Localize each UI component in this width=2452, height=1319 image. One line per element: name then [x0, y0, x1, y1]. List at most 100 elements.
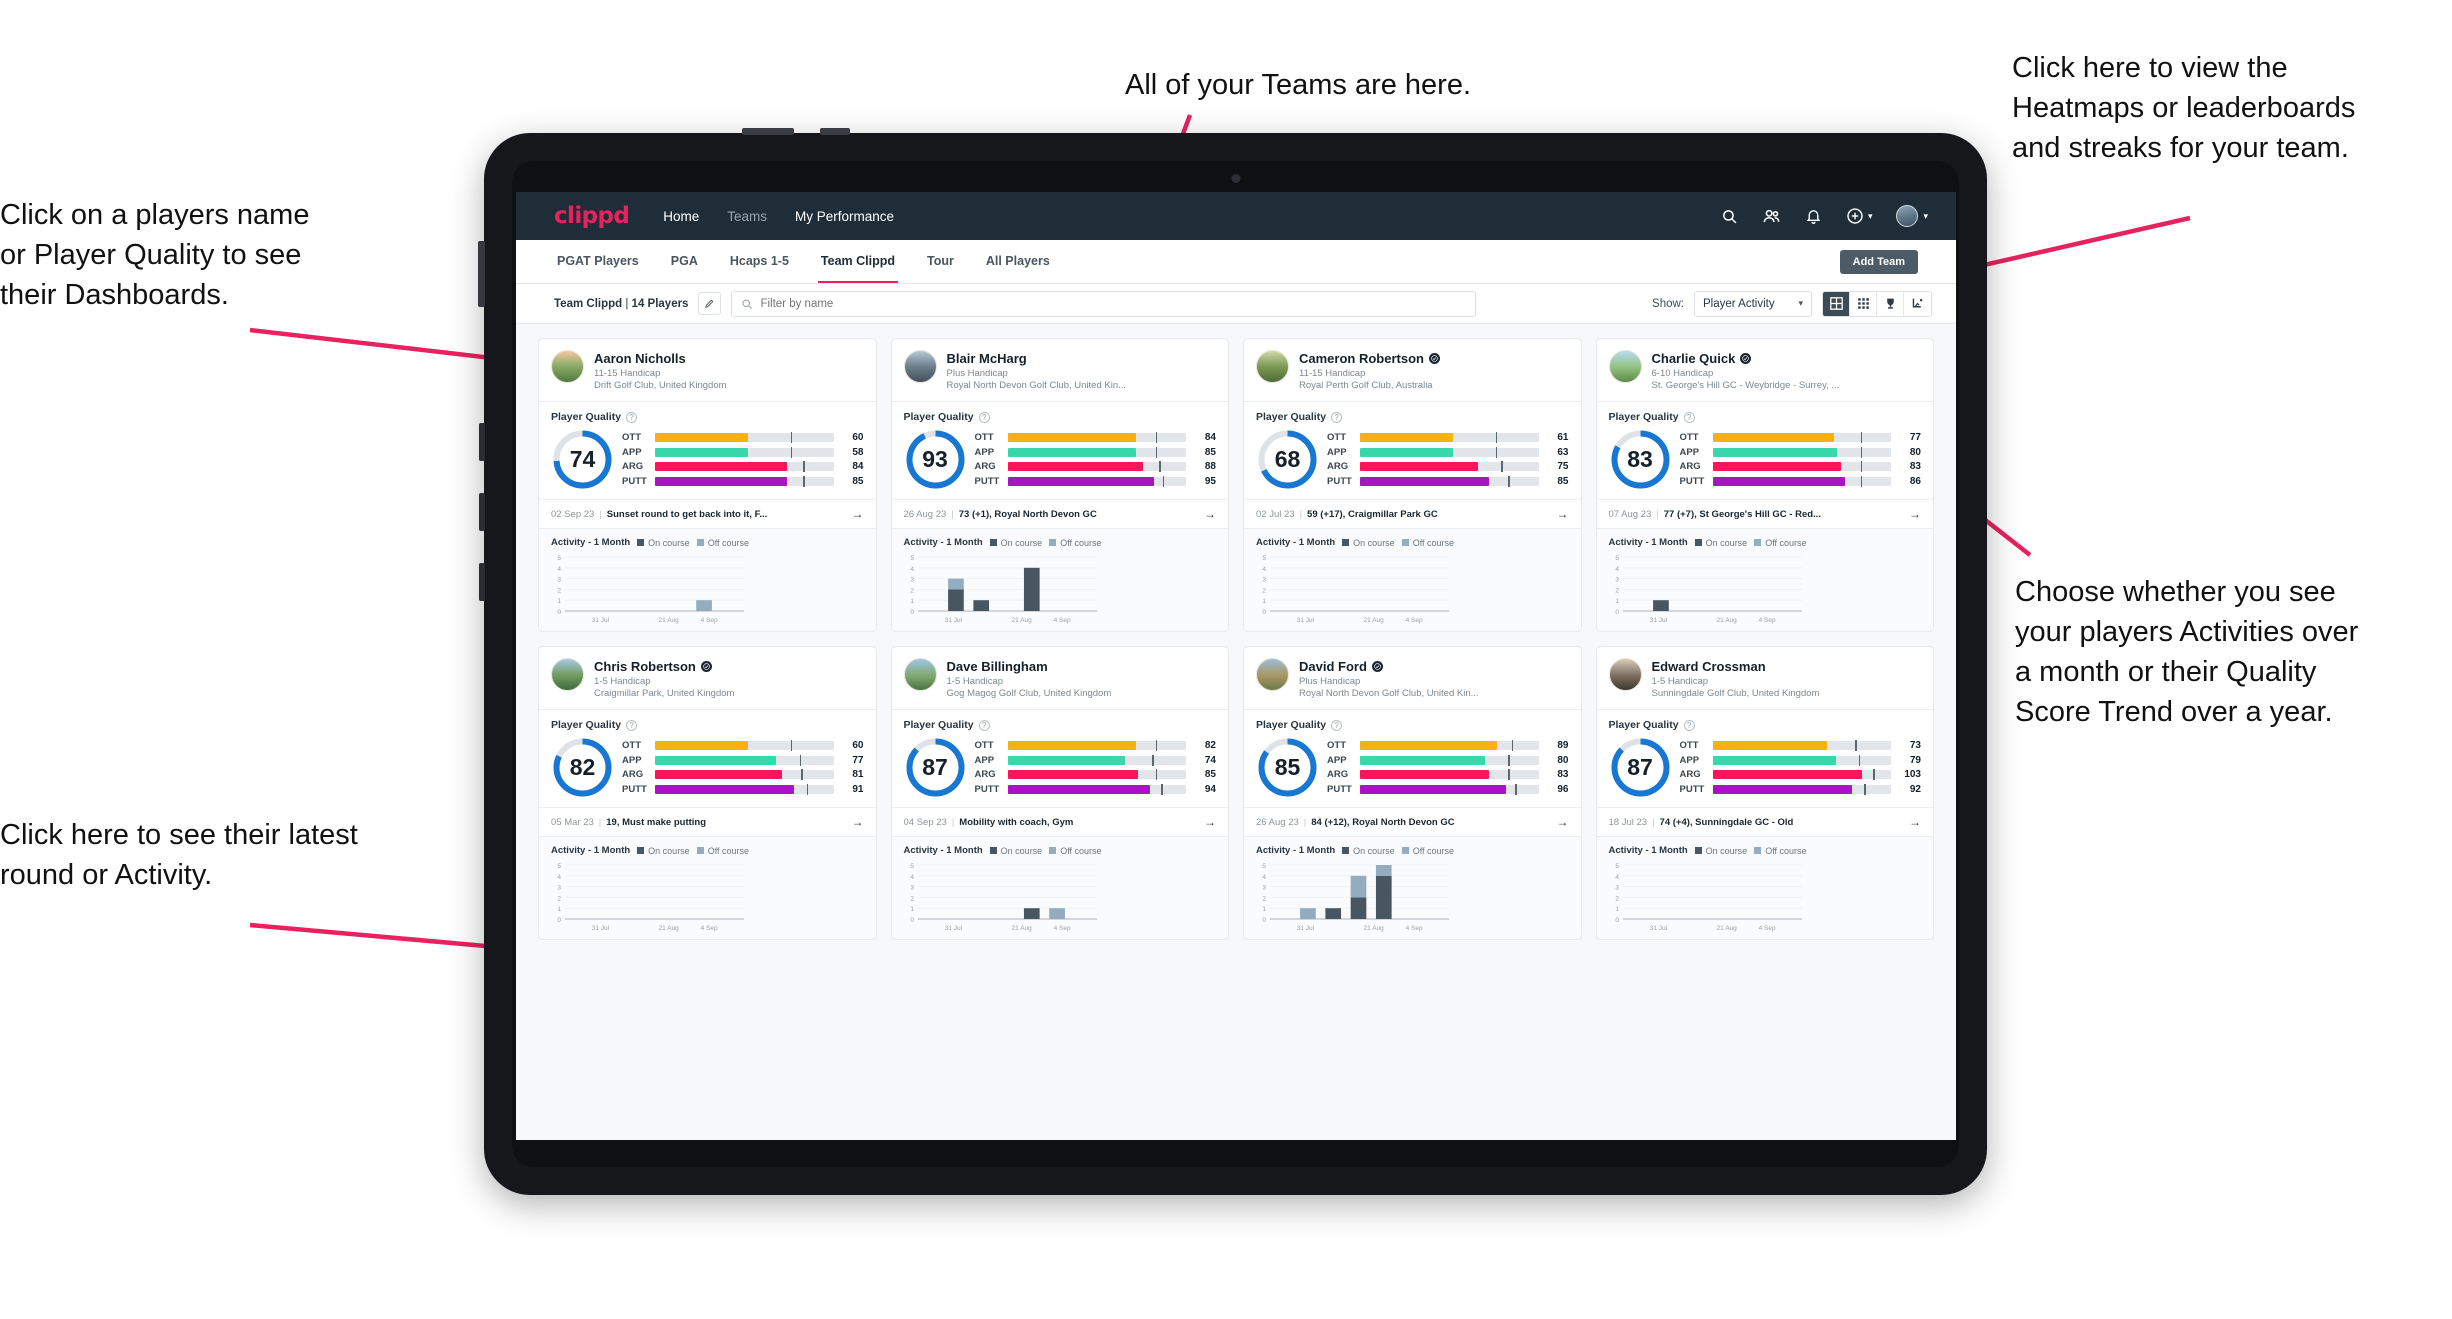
- help-icon[interactable]: ?: [1331, 411, 1343, 423]
- bell-icon[interactable]: [1805, 208, 1822, 225]
- tab-pga[interactable]: PGA: [668, 240, 701, 283]
- player-name[interactable]: Dave Billingham: [947, 659, 1048, 674]
- player-name[interactable]: Cameron Robertson: [1299, 351, 1424, 366]
- player-card-header[interactable]: Charlie Quick 6-10 Handicap St. George's…: [1597, 339, 1934, 401]
- player-card[interactable]: Cameron Robertson 11-15 Handicap Royal P…: [1243, 338, 1582, 632]
- view-grid-large-button[interactable]: [1823, 291, 1850, 316]
- metric-track: [1712, 446, 1891, 458]
- add-menu[interactable]: ▾: [1846, 207, 1872, 225]
- player-name[interactable]: Blair McHarg: [947, 351, 1027, 366]
- arrow-right-icon[interactable]: →: [1557, 507, 1569, 521]
- player-card[interactable]: Charlie Quick 6-10 Handicap St. George's…: [1595, 338, 1934, 632]
- search-input[interactable]: [760, 297, 1467, 310]
- player-card-header[interactable]: Edward Crossman 1-5 Handicap Sunningdale…: [1597, 647, 1934, 709]
- arrow-right-icon[interactable]: →: [1909, 815, 1921, 829]
- metric-fill: [1360, 741, 1498, 751]
- latest-round-row[interactable]: 02 Jul 23 | 59 (+17), Craigmillar Park G…: [1244, 499, 1581, 528]
- player-quality-section[interactable]: Player Quality ? 82 OTT 60 APP 77 ARG 81…: [539, 710, 876, 807]
- help-icon[interactable]: ?: [978, 719, 990, 731]
- quality-score: 68: [1274, 446, 1301, 472]
- player-card-header[interactable]: Cameron Robertson 11-15 Handicap Royal P…: [1244, 339, 1581, 401]
- nav-item-teams[interactable]: Teams: [727, 209, 767, 224]
- metric-list: OTT 61 APP 63 ARG 75 PUTT 85: [1327, 432, 1569, 487]
- player-name-row[interactable]: David Ford: [1299, 659, 1479, 674]
- activity-label: Activity - 1 Month: [1256, 537, 1336, 548]
- search-icon[interactable]: [1721, 208, 1738, 225]
- tab-pgat-players[interactable]: PGAT Players: [554, 240, 642, 283]
- player-card-header[interactable]: Blair McHarg Plus Handicap Royal North D…: [892, 339, 1229, 401]
- player-quality-section[interactable]: Player Quality ? 87 OTT: [892, 710, 1229, 807]
- player-name-row[interactable]: Dave Billingham: [947, 659, 1112, 674]
- player-name[interactable]: David Ford: [1299, 659, 1367, 674]
- tab-team-clippd[interactable]: Team Clippd: [817, 240, 899, 283]
- player-name-row[interactable]: Aaron Nicholls: [594, 351, 727, 366]
- player-name[interactable]: Charlie Quick: [1652, 351, 1736, 366]
- nav-item-home[interactable]: Home: [663, 209, 699, 224]
- legend-on-course: On course: [1342, 846, 1395, 856]
- player-card-header[interactable]: David Ford Plus Handicap Royal North Dev…: [1244, 647, 1581, 709]
- help-icon[interactable]: ?: [626, 719, 638, 731]
- arrow-right-icon[interactable]: →: [1204, 815, 1216, 829]
- help-icon[interactable]: ?: [1683, 719, 1695, 731]
- view-leaderboard-button[interactable]: [1877, 291, 1904, 316]
- latest-round-row[interactable]: 05 Mar 23 | 19, Must make putting →: [539, 807, 876, 836]
- view-grid-small-button[interactable]: [1850, 291, 1877, 316]
- player-card[interactable]: Edward Crossman 1-5 Handicap Sunningdale…: [1595, 646, 1934, 940]
- player-card[interactable]: Dave Billingham 1-5 Handicap Gog Magog G…: [890, 646, 1229, 940]
- player-quality-section[interactable]: Player Quality ? 93 OTT 84 APP 85 ARG 88…: [892, 402, 1229, 499]
- tab-all-players[interactable]: All Players: [983, 240, 1053, 283]
- view-streaks-button[interactable]: [1904, 291, 1931, 316]
- player-quality-section[interactable]: Player Quality ? 85 OTT 89 APP 80 ARG 83…: [1244, 710, 1581, 807]
- arrow-right-icon[interactable]: →: [1909, 507, 1921, 521]
- help-icon[interactable]: ?: [1331, 719, 1343, 731]
- arrow-right-icon[interactable]: →: [1557, 815, 1569, 829]
- player-card-header[interactable]: Dave Billingham 1-5 Handicap Gog Magog G…: [892, 647, 1229, 709]
- player-quality-section[interactable]: Player Quality ? 83 OTT 77 APP 80 ARG 83…: [1597, 402, 1934, 499]
- legend-swatch-on: [637, 847, 645, 854]
- player-card[interactable]: David Ford Plus Handicap Royal North Dev…: [1243, 646, 1582, 940]
- people-icon[interactable]: [1762, 207, 1781, 226]
- tab-tour[interactable]: Tour: [924, 240, 957, 283]
- nav-item-my-performance[interactable]: My Performance: [795, 209, 894, 224]
- edit-team-button[interactable]: [698, 292, 722, 315]
- latest-round-row[interactable]: 26 Aug 23 | 84 (+12), Royal North Devon …: [1244, 807, 1581, 836]
- player-club: Royal Perth Golf Club, Australia: [1299, 380, 1433, 391]
- player-name-row[interactable]: Chris Robertson: [594, 659, 734, 674]
- search-input-wrapper[interactable]: [731, 290, 1477, 317]
- arrow-right-icon[interactable]: →: [852, 507, 864, 521]
- player-name[interactable]: Aaron Nicholls: [594, 351, 686, 366]
- help-icon[interactable]: ?: [1683, 411, 1695, 423]
- svg-text:1: 1: [1615, 906, 1619, 913]
- add-team-button[interactable]: Add Team: [1839, 249, 1918, 274]
- player-name[interactable]: Edward Crossman: [1652, 659, 1766, 674]
- svg-text:31 Jul: 31 Jul: [1649, 617, 1667, 624]
- player-card[interactable]: Chris Robertson 1-5 Handicap Craigmillar…: [538, 646, 877, 940]
- latest-round-row[interactable]: 02 Sep 23 | Sunset round to get back int…: [539, 499, 876, 528]
- tab-hcaps-1-5[interactable]: Hcaps 1-5: [727, 240, 792, 283]
- player-quality-section[interactable]: Player Quality ? 68 OTT 61 APP 63 ARG 75…: [1244, 402, 1581, 499]
- player-name-row[interactable]: Blair McHarg: [947, 351, 1127, 366]
- player-card-header[interactable]: Chris Robertson 1-5 Handicap Craigmillar…: [539, 647, 876, 709]
- latest-round-row[interactable]: 04 Sep 23 | Mobility with coach, Gym →: [891, 807, 1228, 836]
- latest-round-row[interactable]: 07 Aug 23 | 77 (+7), St George's Hill GC…: [1596, 499, 1933, 528]
- player-name-row[interactable]: Cameron Robertson: [1299, 351, 1440, 366]
- help-icon[interactable]: ?: [978, 411, 990, 423]
- latest-round-row[interactable]: 26 Aug 23 | 73 (+1), Royal North Devon G…: [891, 499, 1228, 528]
- help-icon[interactable]: ?: [626, 411, 638, 423]
- user-menu[interactable]: ▾: [1896, 205, 1928, 227]
- latest-round-row[interactable]: 18 Jul 23 | 74 (+4), Sunningdale GC - Ol…: [1596, 807, 1933, 836]
- player-quality-section[interactable]: Player Quality ? 87 OTT: [1597, 710, 1934, 807]
- metric-label: PUTT: [1679, 783, 1705, 795]
- arrow-right-icon[interactable]: →: [1204, 507, 1216, 521]
- player-card[interactable]: Aaron Nicholls 11-15 Handicap Drift Golf…: [538, 338, 877, 632]
- player-card[interactable]: Blair McHarg Plus Handicap Royal North D…: [890, 338, 1229, 632]
- show-select[interactable]: Player Activity ▾: [1694, 290, 1812, 317]
- clippd-logo[interactable]: clippd: [554, 203, 630, 229]
- player-card-header[interactable]: Aaron Nicholls 11-15 Handicap Drift Golf…: [539, 339, 876, 401]
- player-quality-section[interactable]: Player Quality ? 74 OTT 60 APP 58 ARG 84…: [539, 402, 876, 499]
- player-name-row[interactable]: Edward Crossman: [1652, 659, 1820, 674]
- metric-tick: [1855, 740, 1857, 752]
- player-name-row[interactable]: Charlie Quick: [1652, 351, 1840, 366]
- player-name[interactable]: Chris Robertson: [594, 659, 696, 674]
- arrow-right-icon[interactable]: →: [852, 815, 864, 829]
